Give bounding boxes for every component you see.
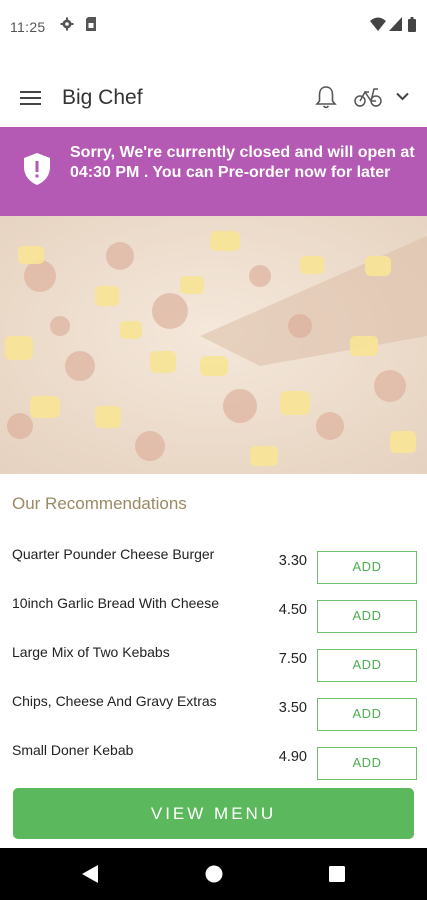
view-menu-button[interactable]: VIEW MENU [13, 788, 414, 839]
add-button[interactable]: ADD [317, 600, 417, 633]
battery-icon [408, 17, 416, 32]
signal-icon [389, 17, 402, 31]
item-name: Quarter Pounder Cheese Burger [12, 546, 215, 562]
list-item: Quarter Pounder Cheese Burger 3.30 ADD [0, 537, 427, 586]
closed-banner: Sorry, We're currently closed and will o… [0, 127, 427, 216]
home-icon[interactable] [205, 865, 223, 883]
status-time: 11:25 [10, 19, 46, 35]
list-item: Chips, Cheese And Gravy Extras 3.50 ADD [0, 684, 427, 733]
shield-alert-icon [24, 153, 50, 185]
gear-icon [60, 17, 74, 31]
item-price: 4.50 [278, 602, 307, 618]
list-item: Large Mix of Two Kebabs 7.50 ADD [0, 635, 427, 684]
list-item: 10inch Garlic Bread With Cheese 4.50 ADD [0, 586, 427, 635]
back-icon[interactable] [82, 865, 98, 883]
pizza-photo [0, 216, 427, 474]
item-price: 4.90 [278, 749, 307, 765]
item-name: 10inch Garlic Bread With Cheese [12, 595, 219, 611]
item-name: Large Mix of Two Kebabs [12, 644, 170, 660]
add-button[interactable]: ADD [317, 698, 417, 731]
wifi-icon [370, 17, 386, 31]
menu-icon[interactable] [20, 90, 42, 106]
page-title: Big Chef [62, 86, 143, 109]
list-item: Small Doner Kebab 4.90 ADD [0, 733, 427, 782]
bell-icon[interactable] [315, 85, 337, 109]
status-bar: 11:25 [0, 0, 427, 56]
sim-card-icon [86, 17, 96, 31]
add-button[interactable]: ADD [317, 551, 417, 584]
item-price: 3.50 [278, 700, 307, 716]
add-button[interactable]: ADD [317, 649, 417, 682]
item-price: 3.30 [278, 553, 307, 569]
item-name: Small Doner Kebab [12, 742, 134, 758]
bicycle-icon[interactable] [354, 86, 382, 108]
closed-banner-message: Sorry, We're currently closed and will o… [70, 144, 415, 181]
system-nav-bar [0, 848, 427, 900]
chevron-down-icon[interactable] [396, 92, 409, 101]
app-bar: Big Chef [0, 70, 427, 126]
item-name: Chips, Cheese And Gravy Extras [12, 693, 217, 709]
hero-image [0, 216, 427, 474]
recommendations-title: Our Recommendations [12, 494, 187, 513]
add-button[interactable]: ADD [317, 747, 417, 780]
item-price: 7.50 [278, 651, 307, 667]
recents-icon[interactable] [329, 866, 345, 882]
